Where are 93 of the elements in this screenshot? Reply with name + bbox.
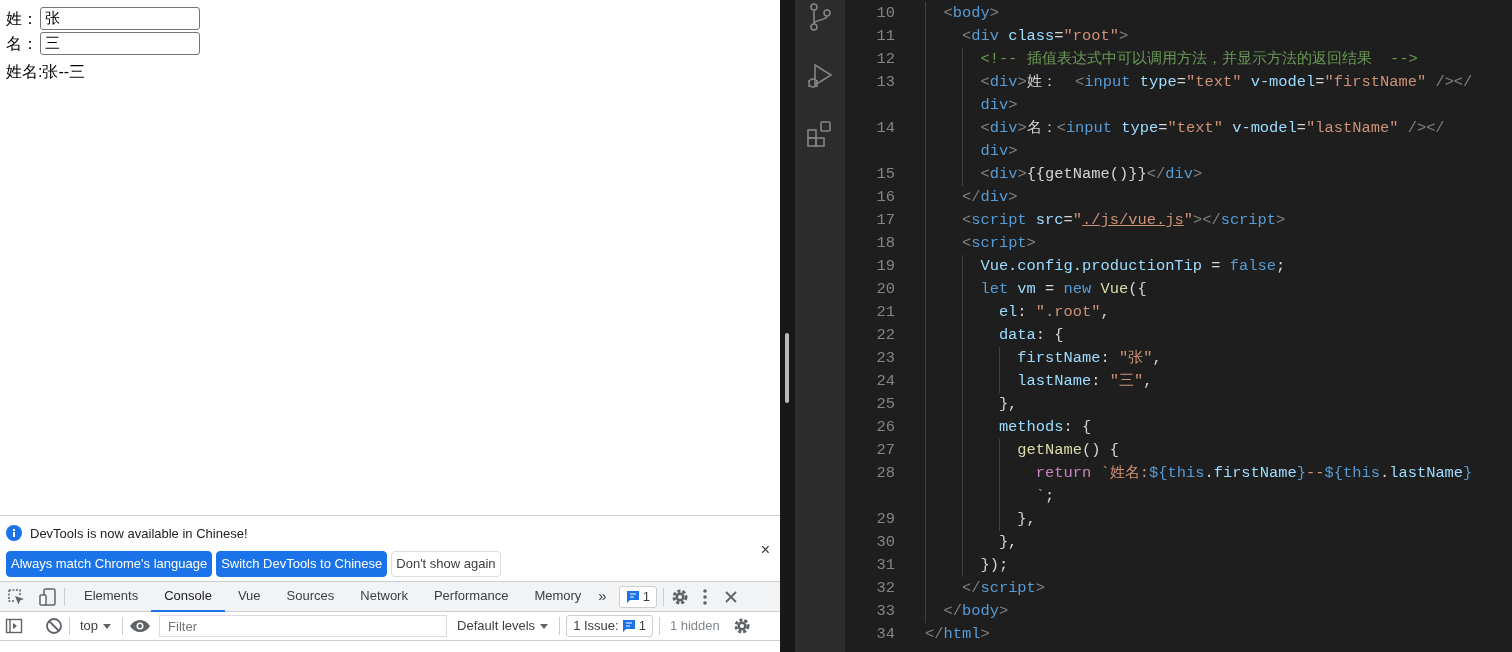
line-number: 10 [875,3,895,24]
code-line: <body> [925,2,999,25]
code-line: <script> [925,232,1036,255]
code-line: <div>名：<input type="text" v-model="lastName" /></ [925,117,1445,140]
clear-console-icon[interactable] [45,617,63,635]
caret-icon [539,621,550,631]
context-dropdown[interactable]: top [76,616,117,636]
code-line: <div>姓： <input type="text" v-model="firstName" /></ [925,71,1473,94]
code-line: <div class="root"> [925,25,1129,48]
info-message: DevTools is now available in Chinese! [30,524,248,543]
devtools-tab[interactable]: Vue [224,581,274,612]
hidden-count: 1 hidden [669,617,720,636]
line-number: 19 [875,256,895,277]
devtools-tab[interactable]: Network [347,581,421,612]
text-input[interactable]: 三 [40,32,200,55]
infobar-button[interactable]: Always match Chrome's language [6,551,213,577]
text-input[interactable]: 张 [40,7,200,30]
code-line: <div>{{getName()}}</div> [925,163,1203,186]
close-icon[interactable] [723,589,738,604]
code-line: getName() { [925,439,1119,462]
code-line: }, [925,531,1018,554]
code-line: div> [925,94,1018,117]
issues-button[interactable]: 1 Issue: 1 [566,615,653,637]
splitter-handle[interactable] [785,333,789,403]
issues-badge[interactable]: 1 [618,585,657,608]
message-icon [625,589,640,604]
field-label: 姓： [6,8,38,29]
sidebar-toggle-icon[interactable] [5,617,23,635]
line-number: 21 [875,302,895,323]
output-text: 姓名:张--三 [6,62,87,82]
infobar-button[interactable]: Don't show again [391,551,501,577]
devtools-tab[interactable]: Sources [273,581,348,612]
info-icon [6,525,22,542]
code-line: </html> [925,624,990,645]
code-line: <script src="./js/vue.js"></script> [925,209,1286,232]
more-tabs-button[interactable]: » [594,585,611,608]
line-number: 14 [875,118,895,139]
line-number: 22 [875,325,895,346]
line-number: 26 [875,417,895,438]
code-line: </script> [925,577,1046,600]
code-line: return `姓名:${this.firstName}--${this.lastName} [925,462,1473,485]
code-line: el: ".root", [925,301,1110,324]
code-line: Vue.config.productionTip = false; [925,255,1286,278]
message-icon [621,619,636,633]
code-line: lastName: "三", [925,370,1153,393]
line-number: 13 [875,72,895,93]
caret-icon [102,621,113,631]
code-line: </body> [925,600,1009,623]
code-line: <!-- 插值表达式中可以调用方法，并显示方法的返回结果 --> [925,48,1418,71]
code-line: }, [925,508,1036,531]
line-number: 29 [875,509,895,530]
code-line: }); [925,554,1009,577]
extensions-icon[interactable] [806,120,834,148]
line-number: 20 [875,279,895,300]
line-number: 27 [875,440,895,461]
run-debug-icon[interactable] [806,62,834,90]
infobar-button[interactable]: Switch DevTools to Chinese [216,551,388,577]
line-number: 33 [875,601,895,622]
line-number: 31 [875,555,895,576]
devtools-tab[interactable]: Memory [521,581,595,612]
line-number: 30 [875,532,895,553]
line-number: 11 [875,26,895,47]
code-line: </div> [925,186,1018,209]
line-number: 28 [875,463,895,484]
source-control-icon[interactable] [807,2,833,32]
line-number: 23 [875,348,895,369]
line-number: 18 [875,233,895,254]
filter-field[interactable]: Filter [159,615,448,637]
line-number: 15 [875,164,895,185]
code-line: }, [925,393,1018,416]
line-number: 12 [875,49,895,70]
more-options-icon[interactable] [701,586,708,607]
line-number: 25 [875,394,895,415]
eye-icon[interactable] [129,618,152,634]
code-line: let vm = new Vue({ [925,278,1147,301]
code-line: div> [925,140,1018,163]
line-number: 32 [875,578,895,599]
devtools-tab[interactable]: Elements [71,581,152,612]
levels-dropdown[interactable]: Default levels [453,616,554,636]
code-line: methods: { [925,416,1092,439]
line-number: 17 [875,210,895,231]
code-line: `; [925,485,1055,508]
devtools-tab[interactable]: Console [151,581,225,612]
line-number: 34 [875,624,895,645]
line-number: 16 [875,187,895,208]
device-toolbar-icon[interactable] [38,586,58,607]
close-button[interactable]: × [760,537,770,562]
inspect-icon[interactable] [6,586,26,607]
line-number: 24 [875,371,895,392]
code-line: firstName: "张", [925,347,1162,370]
code-line: data: { [925,324,1064,347]
field-label: 名： [6,33,38,54]
devtools-tab[interactable]: Performance [420,581,522,612]
